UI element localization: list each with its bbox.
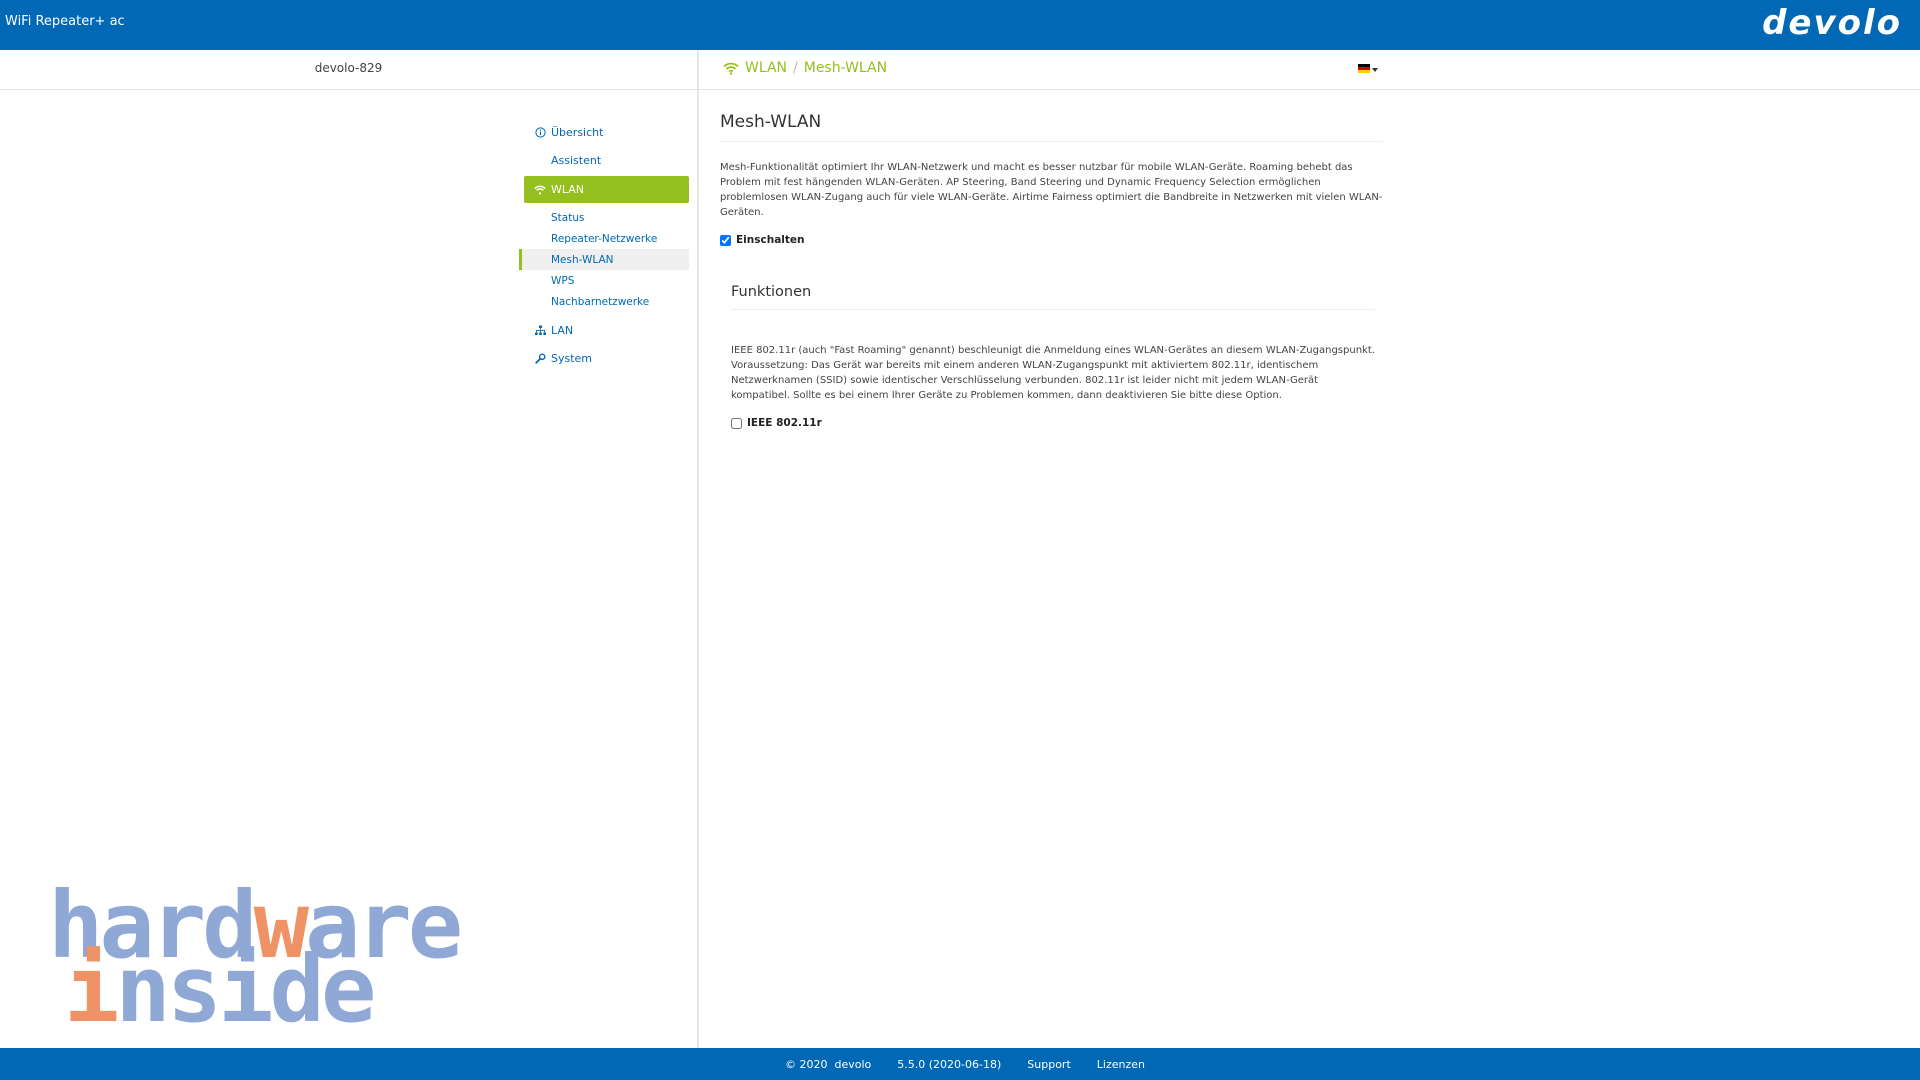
sidebar-subitem-repeater-netzwerke[interactable]: Repeater-Netzwerke bbox=[519, 228, 689, 249]
sidebar-item-wlan[interactable]: WLAN bbox=[524, 176, 689, 203]
breadcrumb-separator: / bbox=[793, 60, 798, 76]
breadcrumb-current: Mesh-WLAN bbox=[803, 60, 888, 76]
footer-version: 5.5.0 (2020-06-18) bbox=[897, 1057, 1002, 1071]
wifi-icon bbox=[534, 184, 546, 196]
sidebar-item-system[interactable]: System bbox=[524, 344, 689, 372]
network-icon bbox=[534, 324, 546, 336]
sidebar-item-label: LAN bbox=[551, 323, 574, 337]
info-circle-icon bbox=[534, 126, 546, 138]
devolo-logo[interactable]: devolo bbox=[1762, 3, 1902, 43]
wifi-icon bbox=[723, 62, 739, 75]
sidebar-subitem-wps[interactable]: WPS bbox=[519, 270, 689, 291]
sidebar-item-assistent[interactable]: Assistent bbox=[524, 146, 689, 174]
sidebar-subitem-status[interactable]: Status bbox=[519, 207, 689, 228]
german-flag-icon bbox=[1358, 64, 1370, 73]
functions-section: Funktionen IEEE 802.11r (auch "Fast Roam… bbox=[720, 284, 1383, 429]
sidebar-item-label: Übersicht bbox=[551, 125, 604, 139]
sidebar-item-label: WLAN bbox=[551, 183, 585, 196]
footer: © 2020 devolo 5.5.0 (2020-06-18) Support… bbox=[0, 1048, 1920, 1080]
breadcrumb-bar: WLAN / Mesh-WLAN bbox=[699, 50, 1920, 90]
sidebar-subitem-mesh-wlan[interactable]: Mesh-WLAN bbox=[519, 249, 689, 270]
ieee-description: IEEE 802.11r (auch "Fast Roaming" genann… bbox=[731, 345, 1375, 401]
watermark-line-2: inside bbox=[64, 936, 376, 1043]
breadcrumb: WLAN / Mesh-WLAN bbox=[723, 60, 887, 76]
page-title: Mesh-WLAN bbox=[720, 112, 1383, 142]
device-name: devolo-829 bbox=[314, 61, 383, 75]
ieee-checkbox-row[interactable]: IEEE 802.11r bbox=[731, 417, 1375, 429]
footer-licenses-link[interactable]: Lizenzen bbox=[1097, 1058, 1145, 1071]
sidebar-subitem-nachbarnetzwerke[interactable]: Nachbarnetzwerke bbox=[519, 291, 689, 312]
sidebar-item-label: Assistent bbox=[551, 153, 602, 167]
functions-title: Funktionen bbox=[731, 284, 1375, 310]
wrench-icon bbox=[534, 352, 546, 364]
sidebar-item-label: System bbox=[551, 351, 593, 365]
breadcrumb-wlan-link[interactable]: WLAN bbox=[745, 60, 787, 76]
sidebar-item-lan[interactable]: LAN bbox=[524, 316, 689, 344]
language-dropdown[interactable] bbox=[1358, 64, 1378, 73]
footer-copyright: © 2020 devolo bbox=[785, 1057, 872, 1071]
main-content: Mesh-WLAN Mesh-Funktionalität optimiert … bbox=[720, 112, 1383, 429]
app-title: WiFi Repeater+ ac bbox=[5, 14, 125, 29]
enable-mesh-checkbox[interactable] bbox=[720, 234, 731, 246]
enable-checkbox-row[interactable]: Einschalten bbox=[720, 234, 1383, 246]
top-bar: WiFi Repeater+ ac devolo bbox=[0, 0, 1920, 50]
chevron-down-icon bbox=[1372, 67, 1378, 72]
footer-support-link[interactable]: Support bbox=[1027, 1058, 1070, 1071]
ieee-label: IEEE 802.11r bbox=[747, 417, 822, 429]
enable-label: Einschalten bbox=[736, 234, 805, 246]
sidebar-item-uebersicht[interactable]: Übersicht bbox=[524, 118, 689, 146]
sidebar-divider bbox=[697, 50, 699, 1048]
hardware-inside-watermark: hardware inside bbox=[48, 880, 568, 1036]
sidebar-nav: Übersicht Assistent WLAN Status Repeater… bbox=[519, 118, 689, 372]
device-header: devolo-829 bbox=[0, 50, 697, 90]
mesh-description: Mesh-Funktionalität optimiert Ihr WLAN-N… bbox=[720, 162, 1383, 218]
ieee-80211r-checkbox[interactable] bbox=[731, 417, 742, 429]
